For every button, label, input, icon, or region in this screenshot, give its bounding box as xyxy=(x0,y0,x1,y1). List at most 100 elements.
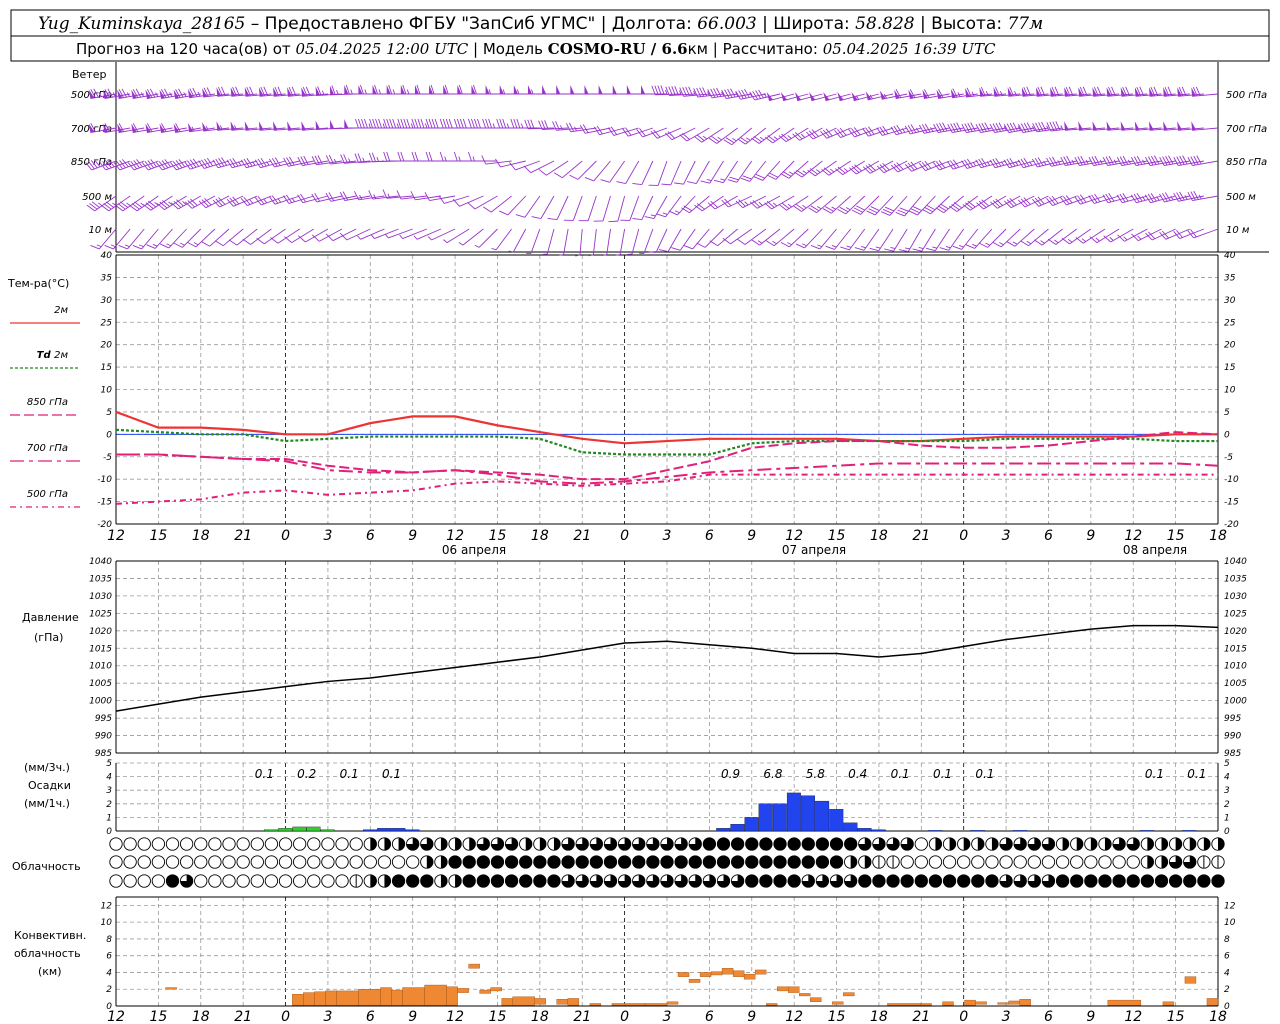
wind-barb xyxy=(457,84,484,95)
barb-half xyxy=(1081,238,1087,242)
cloud-circle xyxy=(293,855,307,869)
conv-cloud-bar xyxy=(666,1001,679,1005)
barb-half xyxy=(152,243,158,247)
cloud-fill xyxy=(802,837,815,851)
precip-bar xyxy=(278,828,293,832)
cloud-circle xyxy=(377,855,392,869)
cloud-cover-icon xyxy=(914,855,928,869)
precip-total-label: 0.1 xyxy=(1187,767,1206,781)
cloud-cover-icon xyxy=(801,874,815,888)
barb-staff xyxy=(629,195,640,221)
barb-half xyxy=(396,123,400,129)
barb-feather xyxy=(378,118,382,129)
cloud-cover-icon xyxy=(1211,874,1225,888)
y-tick-label: 1010 xyxy=(1224,662,1247,672)
cloud-cover-icon xyxy=(448,855,462,869)
cloud-cover-icon xyxy=(688,855,702,869)
x-hour-label: 6 xyxy=(1044,1009,1053,1024)
cloud-cover-icon xyxy=(787,874,801,888)
cloud-cover-icon xyxy=(420,837,434,851)
wind-barb xyxy=(751,228,781,246)
barb-flag xyxy=(1106,121,1112,131)
barb-staff xyxy=(631,228,640,255)
cloud-fill xyxy=(886,874,900,888)
cloud-circle xyxy=(363,855,377,869)
cloud-fill xyxy=(1090,837,1098,851)
barb-staff xyxy=(1096,228,1120,244)
cloud-cover-icon xyxy=(575,837,589,851)
conv-cloud-bar xyxy=(534,998,546,1005)
cloud-cover-icon xyxy=(858,837,872,851)
barb-feather xyxy=(428,118,433,129)
barb-feather xyxy=(104,245,114,250)
barb-staff xyxy=(332,228,357,242)
barb-half xyxy=(488,89,492,95)
barb-half xyxy=(1067,239,1073,243)
cloud-fill xyxy=(533,855,547,869)
conv-cloud-bar xyxy=(920,1003,932,1006)
cloud-cover-icon xyxy=(137,874,151,888)
cloud-cover-icon xyxy=(335,837,349,851)
cloud-cover-icon xyxy=(165,855,180,869)
wind-barb xyxy=(254,158,286,169)
barb-staff xyxy=(655,228,668,253)
cloud-circle xyxy=(165,855,180,869)
cloud-cover-icon xyxy=(194,874,208,888)
barb-feather xyxy=(438,195,445,204)
cloud-circle xyxy=(194,855,208,869)
wind-barb xyxy=(727,160,753,183)
cloud-fill xyxy=(674,855,688,869)
cloud-cover-icon xyxy=(363,874,377,888)
wind-barb xyxy=(694,127,724,143)
cloud-cover-icon xyxy=(377,874,392,888)
barb-flag xyxy=(626,85,631,94)
barb-half xyxy=(789,171,794,175)
barb-half xyxy=(263,198,268,204)
precip-bar xyxy=(377,828,392,832)
barb-half xyxy=(249,199,254,204)
wind-barb xyxy=(890,125,922,136)
wind-barb xyxy=(471,84,498,95)
wind-barb xyxy=(198,195,230,209)
wind-barb xyxy=(1148,121,1176,131)
cloud-cover-icon xyxy=(236,855,250,869)
conv-cloud-bar xyxy=(556,999,569,1005)
cloud-cover-icon xyxy=(363,837,377,851)
barb-staff xyxy=(814,160,837,177)
cloud-fill xyxy=(448,855,462,869)
y-tick-label: 1035 xyxy=(89,574,112,584)
barb-half xyxy=(474,244,480,248)
cloud-circle xyxy=(137,837,151,851)
cloud-symbols xyxy=(109,837,1225,888)
cloud-cover-icon xyxy=(759,855,773,869)
cloud-circle xyxy=(391,855,406,869)
wind-barb xyxy=(681,195,710,214)
barb-staff xyxy=(934,228,950,251)
precip-bar xyxy=(970,830,985,832)
cloud-fill xyxy=(759,837,773,851)
cloud-fill xyxy=(872,874,886,888)
cloud-cover-icon xyxy=(236,874,250,888)
wind-barb xyxy=(1078,121,1106,131)
cloud-circle xyxy=(264,837,279,851)
cloud-fill xyxy=(830,837,843,851)
cloud-cover-icon xyxy=(1041,874,1056,888)
barb-feather xyxy=(722,237,731,245)
conv-cloud-bar xyxy=(457,988,469,993)
x-hour-label: 18 xyxy=(192,528,210,544)
precip-total-label: 0.1 xyxy=(255,767,274,781)
x-hour-label: 15 xyxy=(828,1009,846,1024)
x-hour-label: 9 xyxy=(747,1009,756,1024)
barb-half xyxy=(843,168,849,172)
barb-staff xyxy=(1151,228,1176,241)
precip-bar xyxy=(786,792,801,832)
cloud-circle xyxy=(1070,855,1084,869)
conv-cloud-bar xyxy=(887,1003,921,1006)
precip-bar xyxy=(320,829,335,832)
cloud-fill xyxy=(963,837,970,851)
barb-feather xyxy=(368,152,373,162)
cloud-circle xyxy=(971,855,985,869)
cloud-circle xyxy=(137,855,151,869)
cloud-cover-icon xyxy=(886,855,900,869)
x-hour-label: 0 xyxy=(959,528,968,544)
